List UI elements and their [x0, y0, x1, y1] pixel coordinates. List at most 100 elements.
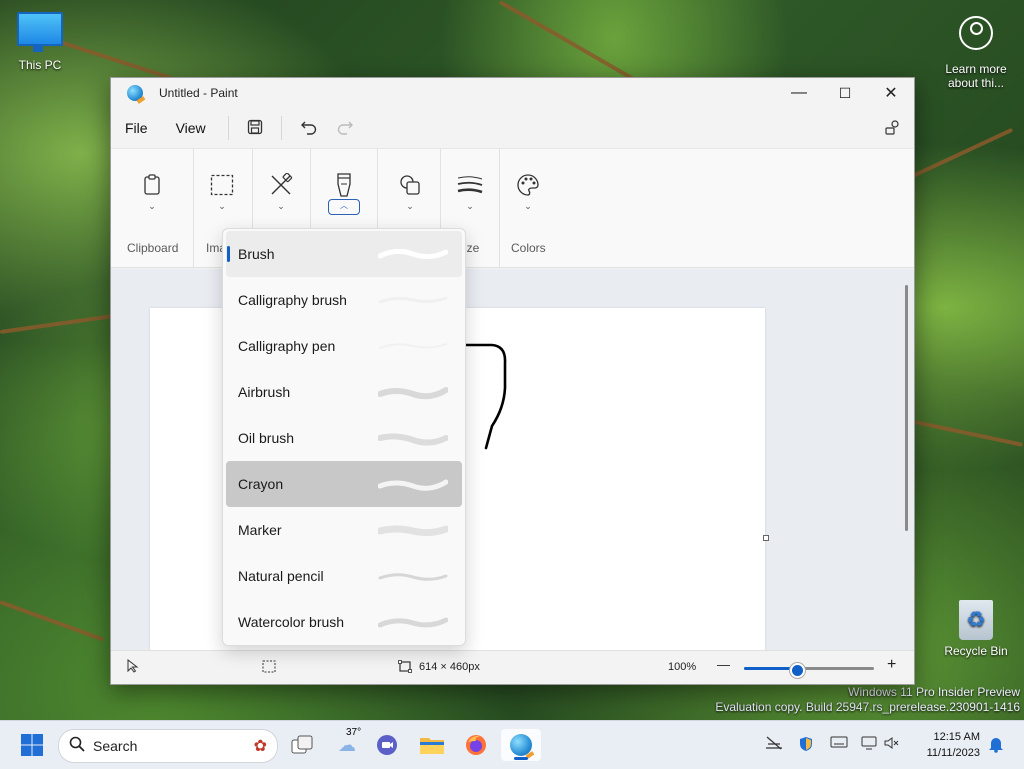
- zoom-slider-fill: [744, 667, 796, 670]
- brush-preview-stroke: [378, 296, 448, 304]
- display-icon[interactable]: [861, 736, 877, 753]
- menu-bar: File View: [111, 108, 914, 148]
- network-status-icon[interactable]: [765, 736, 783, 753]
- wallpaper-branch: [0, 313, 120, 334]
- zoom-slider-thumb[interactable]: [790, 663, 805, 678]
- chevron-down-icon[interactable]: ⌄: [518, 201, 538, 212]
- size-label: ize: [464, 241, 480, 255]
- folder-icon: [420, 738, 444, 754]
- redo-icon[interactable]: [328, 119, 362, 138]
- maximize-button[interactable]: ☐: [822, 78, 868, 108]
- recycle-bin-label: Recycle Bin: [944, 644, 1008, 658]
- canvas-size-icon: [398, 660, 412, 676]
- this-pc-label: This PC: [18, 58, 62, 72]
- chevron-down-icon[interactable]: ⌄: [271, 201, 291, 212]
- clipboard-label: Clipboard: [127, 241, 179, 255]
- brush-option-natural-pencil[interactable]: Natural pencil: [226, 553, 462, 599]
- brush-option-label: Natural pencil: [238, 568, 324, 584]
- desktop-icon-learn-more[interactable]: Learn more about thi...: [936, 16, 1016, 90]
- brush-option-crayon[interactable]: Crayon: [226, 461, 462, 507]
- tools-icon[interactable]: [267, 171, 295, 199]
- menu-file[interactable]: File: [111, 120, 162, 136]
- menu-separator: [280, 116, 282, 140]
- search-label: Search: [93, 738, 138, 754]
- user-circle-icon: [959, 16, 993, 50]
- minimize-button[interactable]: —: [776, 78, 822, 108]
- brush-option-label: Oil brush: [238, 430, 295, 446]
- brush-option-label: Calligraphy brush: [238, 292, 347, 308]
- canvas-size-text: 614 × 460px: [419, 661, 480, 673]
- brush-option-label: Crayon: [238, 476, 284, 492]
- chevron-down-icon[interactable]: ⌄: [142, 201, 162, 212]
- chevron-down-icon[interactable]: ⌄: [460, 201, 480, 212]
- shapes-icon[interactable]: [396, 171, 424, 199]
- pointer-icon: [127, 658, 139, 676]
- brush-option-brush[interactable]: Brush: [226, 231, 462, 277]
- brush-option-calligraphy-pen[interactable]: Calligraphy pen: [226, 323, 462, 369]
- learn-more-label: Learn more about thi...: [945, 62, 1007, 90]
- title-bar[interactable]: Untitled - Paint — ☐ ✕: [111, 78, 914, 108]
- chevron-down-icon[interactable]: ⌄: [212, 201, 232, 212]
- volume-muted-icon[interactable]: [884, 736, 900, 753]
- brush-type-dropdown: Brush Calligraphy brush Calligraphy pen …: [222, 228, 466, 646]
- brush-option-label: Airbrush: [238, 384, 291, 400]
- watermark-line2: Evaluation copy. Build 25947.rs_prerelea…: [715, 700, 1020, 714]
- brush-preview-stroke: [378, 479, 448, 491]
- undo-icon[interactable]: [290, 119, 328, 138]
- brush-option-watercolor-brush[interactable]: Watercolor brush: [226, 599, 462, 645]
- palette-icon[interactable]: [514, 171, 542, 199]
- file-explorer-button[interactable]: [418, 729, 446, 761]
- taskbar-search[interactable]: Search ✿: [58, 729, 278, 763]
- close-button[interactable]: ✕: [868, 78, 914, 108]
- brush-option-calligraphy-brush[interactable]: Calligraphy brush: [226, 277, 462, 323]
- save-icon[interactable]: [237, 119, 273, 138]
- menu-view[interactable]: View: [162, 120, 220, 136]
- brush-option-label: Marker: [238, 522, 282, 538]
- brush-option-marker[interactable]: Marker: [226, 507, 462, 553]
- paint-app-icon: [510, 734, 532, 756]
- brush-option-oil-brush[interactable]: Oil brush: [226, 415, 462, 461]
- brush-option-airbrush[interactable]: Airbrush: [226, 369, 462, 415]
- brush-preview-stroke: [378, 433, 448, 446]
- system-clock[interactable]: 12:15 AM 11/11/2023: [927, 729, 980, 761]
- desktop-icon-this-pc[interactable]: This PC: [0, 12, 80, 72]
- brush-icon[interactable]: [330, 171, 358, 199]
- vertical-scrollbar[interactable]: [905, 285, 908, 531]
- zoom-out-button[interactable]: —: [717, 657, 730, 672]
- selection-size-icon: [262, 660, 276, 676]
- brush-option-label: Watercolor brush: [238, 614, 345, 630]
- zoom-percent[interactable]: 100%: [668, 661, 696, 673]
- video-camera-icon: [377, 735, 397, 755]
- account-settings-icon[interactable]: [872, 118, 914, 139]
- wallpaper-branch: [0, 600, 105, 642]
- canvas-resize-handle[interactable]: [763, 535, 769, 541]
- chevron-down-icon[interactable]: ⌄: [400, 201, 420, 212]
- brush-preview-stroke: [378, 617, 448, 628]
- teams-button[interactable]: [374, 729, 402, 761]
- clock-date: 11/11/2023: [926, 747, 980, 759]
- monitor-icon: [17, 12, 63, 52]
- weather-widget[interactable]: ☁ 37°: [330, 727, 364, 761]
- paint-taskbar-button[interactable]: [501, 729, 541, 761]
- colors-group: ⌄ Colors: [499, 149, 559, 267]
- zoom-in-button[interactable]: +: [887, 656, 896, 674]
- line-size-icon[interactable]: [456, 171, 484, 199]
- wallpaper-branch: [914, 420, 1024, 447]
- notification-bell-icon[interactable]: [988, 735, 1004, 756]
- clock-time: 12:15 AM: [933, 731, 980, 743]
- task-view-button[interactable]: [288, 729, 316, 761]
- wallpaper-branch: [899, 127, 1014, 184]
- keyboard-icon[interactable]: [830, 736, 848, 751]
- start-button[interactable]: [18, 729, 46, 761]
- weather-temp: 37°: [346, 727, 362, 738]
- paint-app-icon: [127, 85, 143, 101]
- search-highlight-icon: ✿: [253, 738, 267, 755]
- desktop-icon-recycle-bin[interactable]: ♻ Recycle Bin: [936, 600, 1016, 658]
- firefox-button[interactable]: [462, 729, 490, 761]
- zoom-slider[interactable]: [744, 663, 874, 678]
- clipboard-icon[interactable]: [138, 171, 166, 199]
- brushes-dropdown-toggle[interactable]: ︿: [328, 199, 360, 215]
- security-shield-icon[interactable]: [798, 736, 814, 755]
- task-view-icon: [291, 735, 313, 754]
- select-rectangle-icon[interactable]: [208, 171, 236, 199]
